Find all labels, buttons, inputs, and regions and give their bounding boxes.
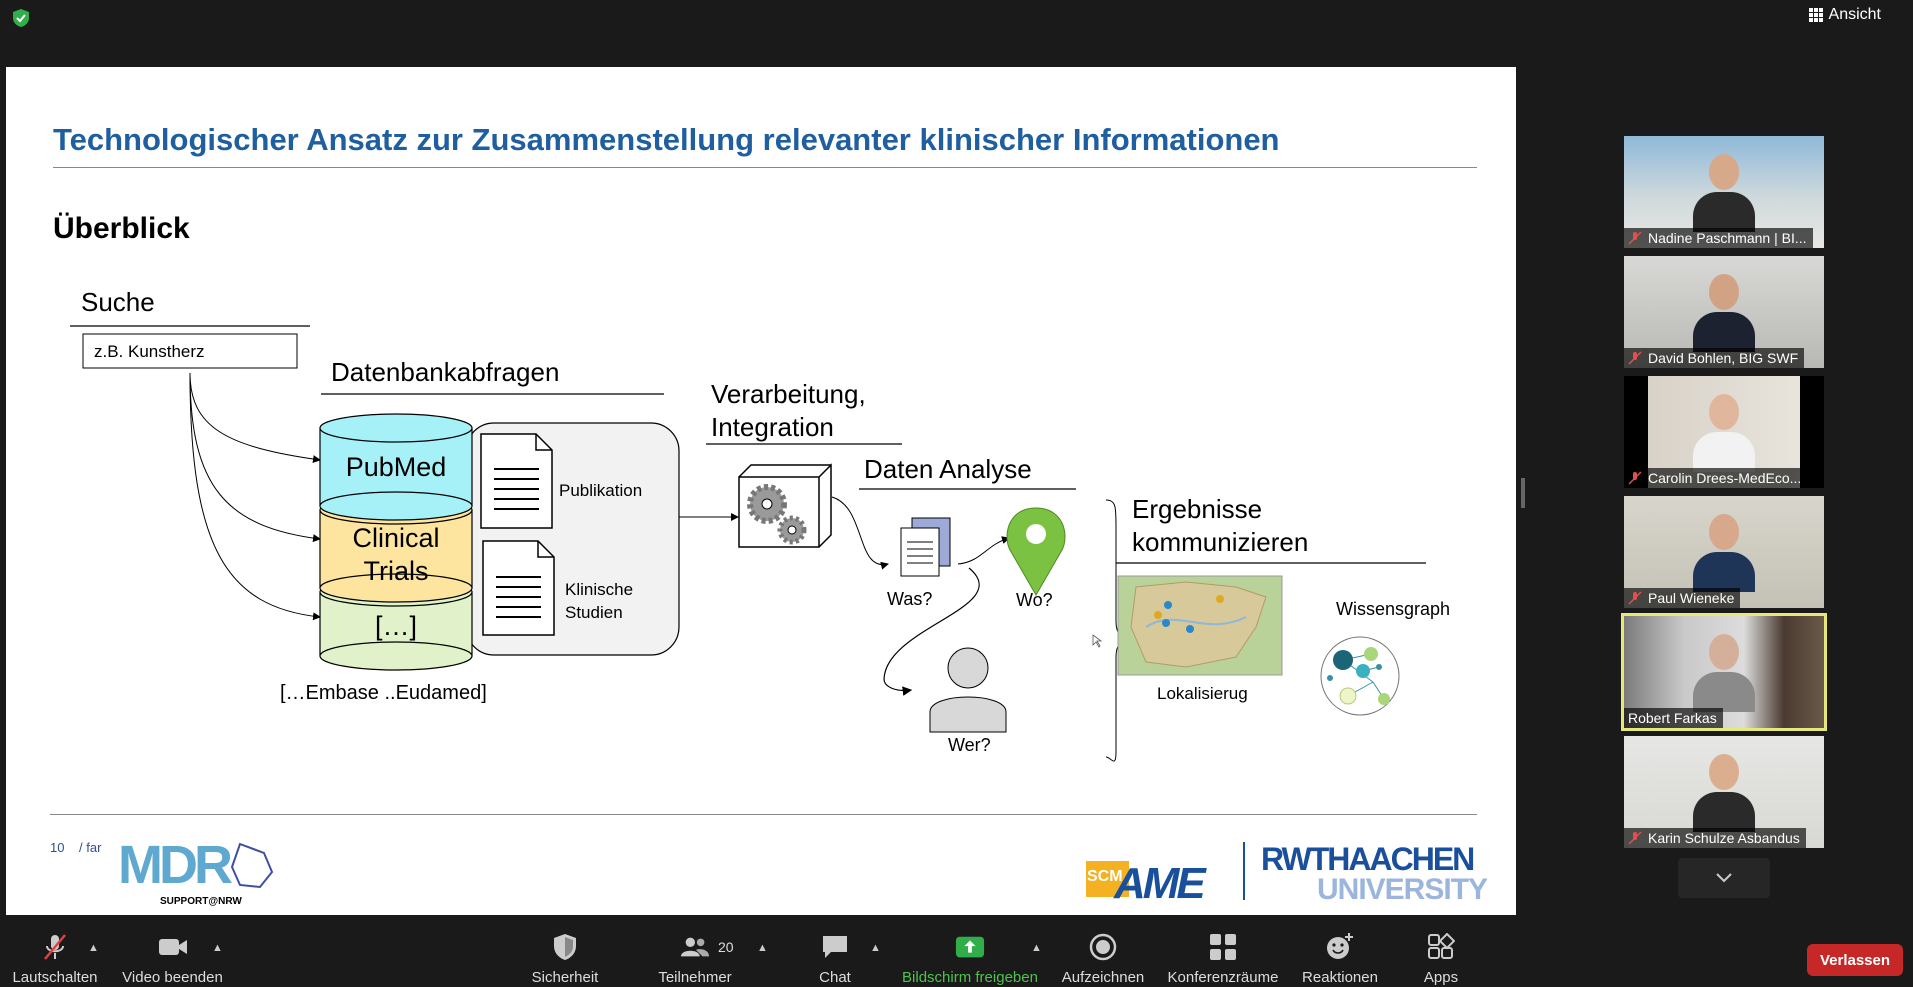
footer-divider [50, 814, 1477, 815]
clinical-studies-document-icon [482, 540, 555, 636]
mute-button[interactable]: Lautschalten [10, 925, 100, 987]
mic-muted-icon [44, 934, 66, 960]
participant-tile[interactable]: Karin Schulze Asbandus [1624, 736, 1824, 848]
scm-ame-logo: SCM AME [1086, 859, 1210, 908]
localization-map-image [1117, 575, 1283, 676]
what-documents-icon [900, 517, 951, 577]
apps-icon [1428, 933, 1455, 959]
slide-page-number: 10 [50, 840, 65, 855]
view-button[interactable]: Ansicht [1808, 6, 1881, 24]
who-person-icon [929, 647, 1007, 733]
stop-video-button[interactable]: Video beenden [115, 925, 230, 987]
meeting-toolbar: Lautschalten ▲ Video beenden ▲ Sicherhei… [0, 925, 1913, 987]
breakout-rooms-icon [1210, 934, 1236, 960]
participants-options-caret[interactable]: ▲ [757, 942, 768, 954]
breakout-rooms-button[interactable]: Konferenzräume [1163, 925, 1283, 987]
db-heading: Datenbankabfragen [331, 357, 559, 387]
processing-label-2: Integration [711, 412, 834, 442]
view-label: Ansicht [1828, 6, 1881, 23]
search-example-text: z.B. Kunstherz [94, 342, 205, 361]
shared-screen-slide: Technologischer Ansatz zur Zusammenstell… [6, 67, 1516, 915]
mdr-support-logo: MDR SUPPORT@NRW [118, 835, 274, 907]
rwth-logo-line-2: UNIVERSITY [1317, 873, 1488, 906]
participants-count: 20 [718, 939, 734, 955]
overview-diagram: Suche z.B. Kunstherz Datenbankabfragen P… [70, 287, 1489, 908]
publication-document-icon [480, 433, 553, 529]
results-label-1: Ergebnisse [1132, 494, 1262, 524]
db-clinical-label-2: Trials [364, 556, 429, 586]
clinical-studies-label-1: Klinische [565, 580, 633, 599]
participant-name-label: David Bohlen, BIG SWF [1624, 348, 1805, 368]
security-shield-icon [554, 934, 576, 960]
share-screen-icon [955, 936, 985, 958]
audio-options-caret[interactable]: ▲ [88, 942, 99, 954]
rwth-aachen-logo: RWTHAACHEN UNIVERSITY [1261, 841, 1489, 906]
participant-name-label: Karin Schulze Asbandus [1624, 828, 1806, 848]
search-heading: Suche [81, 287, 155, 317]
db-pubmed-label: PubMed [346, 452, 447, 482]
chat-bubble-icon [823, 936, 847, 958]
graph-label: Wissensgraph [1336, 599, 1450, 619]
mic-muted-icon [1628, 351, 1642, 365]
apps-button[interactable]: Apps [1396, 925, 1486, 987]
participant-name-label: Paul Wieneke [1624, 588, 1741, 608]
share-options-caret[interactable]: ▲ [1031, 942, 1042, 954]
publication-label: Publikation [559, 481, 642, 500]
zoom-meeting-window: Ansicht Technologischer Ansatz zur Zusam… [0, 0, 1913, 987]
mic-muted-icon [1628, 831, 1642, 845]
results-label-2: kommunizieren [1132, 527, 1308, 557]
mic-muted-icon [1628, 231, 1642, 245]
video-camera-icon [158, 939, 187, 955]
leave-meeting-button[interactable]: Verlassen [1807, 944, 1903, 976]
processing-gears-icon [738, 463, 832, 548]
grid-view-icon [1808, 8, 1823, 22]
record-button[interactable]: Aufzeichnen [1058, 925, 1148, 987]
mdr-logo-subtitle: SUPPORT@NRW [160, 896, 242, 907]
participant-tile[interactable]: Carolin Drees-MedEco... [1624, 376, 1824, 488]
participant-tile[interactable]: David Bohlen, BIG SWF [1624, 256, 1824, 368]
security-button[interactable]: Sicherheit [520, 925, 610, 987]
analysis-heading: Daten Analyse [864, 454, 1032, 484]
slide-author: / far [79, 840, 102, 855]
video-options-caret[interactable]: ▲ [212, 942, 223, 954]
participant-name-label: Robert Farkas [1624, 708, 1723, 728]
participants-button[interactable]: Teilnehmer [650, 925, 740, 987]
participant-tile[interactable]: Paul Wieneke [1624, 496, 1824, 608]
participant-name-label: Carolin Drees-MedEco... [1624, 468, 1808, 488]
where-location-pin-icon [1006, 507, 1066, 596]
db-clinical-label-1: Clinical [352, 523, 439, 553]
panel-resize-handle[interactable] [1521, 478, 1525, 508]
record-icon [1089, 933, 1117, 961]
clinical-studies-label-2: Studien [565, 603, 623, 622]
db-more-label: […] [375, 611, 417, 641]
chat-options-caret[interactable]: ▲ [870, 942, 881, 954]
chat-button[interactable]: Chat [790, 925, 880, 987]
mic-muted-icon [1628, 471, 1642, 485]
db-note: […Embase ..Eudamed] [280, 682, 487, 704]
more-participants-button[interactable] [1678, 858, 1770, 898]
reaction-smiley-icon [1327, 933, 1353, 959]
participant-tile[interactable]: Nadine Paschmann | BI... [1624, 136, 1824, 248]
who-label: Wer? [948, 735, 991, 755]
share-screen-button[interactable]: Bildschirm freigeben [895, 925, 1045, 987]
participants-icon [680, 937, 710, 957]
mdr-logo-text: MDR [118, 835, 232, 895]
mouse-cursor-icon [1092, 634, 1103, 648]
where-label: Wo? [1016, 590, 1053, 610]
reactions-button[interactable]: Reaktionen [1295, 925, 1385, 987]
knowledge-graph-icon [1320, 636, 1400, 716]
participant-tile-active-speaker[interactable]: Robert Farkas [1621, 613, 1827, 731]
chevron-down-icon [1716, 873, 1732, 883]
participant-name-label: Nadine Paschmann | BI... [1624, 228, 1813, 248]
ame-logo-text: AME [1113, 859, 1207, 908]
encryption-shield-icon[interactable] [11, 8, 31, 28]
what-label: Was? [887, 589, 932, 609]
map-label: Lokalisierug [1157, 684, 1248, 703]
processing-label-1: Verarbeitung, [711, 379, 866, 409]
mic-muted-icon [1628, 591, 1642, 605]
rwth-logo-line-1: RWTHAACHEN [1261, 841, 1473, 877]
